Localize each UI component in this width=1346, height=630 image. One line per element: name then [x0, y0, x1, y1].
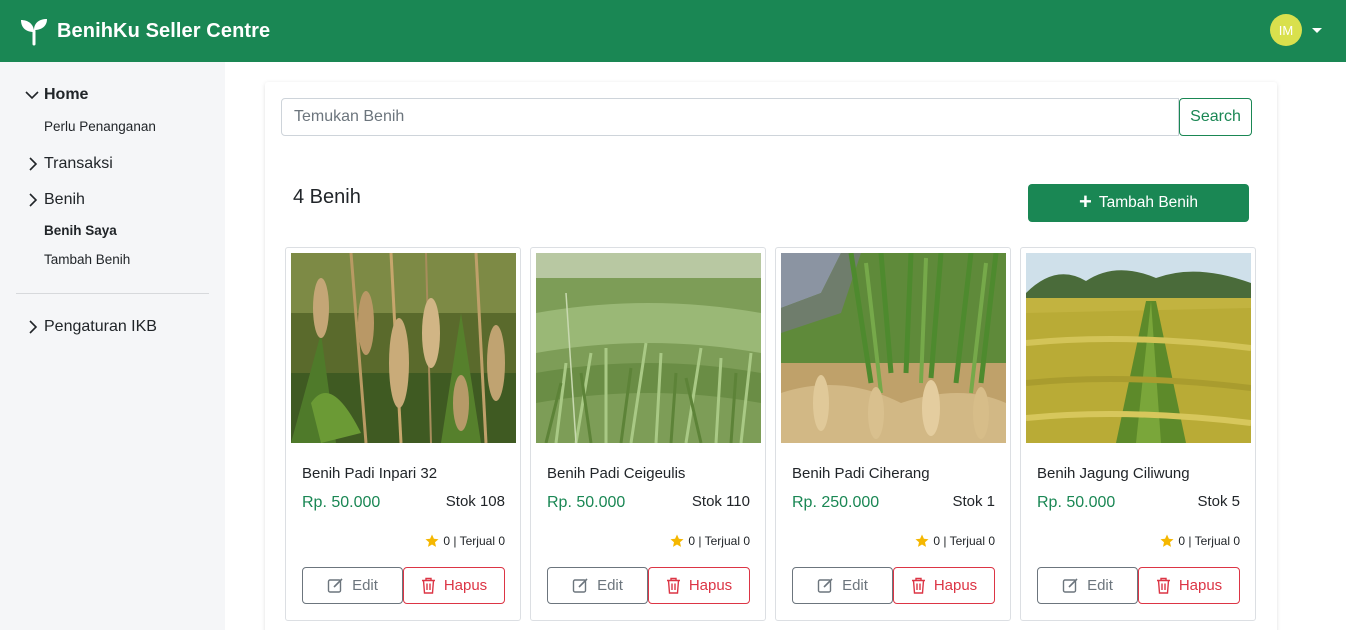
chevron-right-icon — [29, 320, 38, 334]
chevron-down-icon — [25, 91, 39, 100]
rating-sold-text: 0 | Terjual 0 — [1178, 534, 1240, 548]
product-name: Benih Padi Ceigeulis — [547, 465, 686, 482]
top-navbar: BenihKu Seller Centre IM — [0, 0, 1346, 62]
avatar[interactable]: IM — [1270, 14, 1302, 46]
add-benih-button[interactable]: + Tambah Benih — [1028, 184, 1249, 222]
product-stock: Stok 110 — [691, 493, 750, 510]
edit-icon — [327, 578, 343, 593]
star-icon — [915, 534, 929, 547]
product-rating: 0 | Terjual 0 — [1160, 534, 1240, 548]
add-benih-label: Tambah Benih — [1098, 194, 1198, 211]
rating-sold-text: 0 | Terjual 0 — [933, 534, 995, 548]
edit-button[interactable]: Edit — [1037, 567, 1138, 604]
edit-button[interactable]: Edit — [547, 567, 648, 604]
sidebar-divider — [16, 293, 209, 294]
product-image[interactable] — [536, 253, 761, 443]
product-image[interactable] — [781, 253, 1006, 443]
delete-label: Hapus — [688, 577, 733, 594]
delete-button[interactable]: Hapus — [403, 567, 505, 604]
sidebar-item-label: Pengaturan IKB — [44, 318, 157, 335]
delete-label: Hapus — [1178, 577, 1223, 594]
delete-button[interactable]: Hapus — [648, 567, 750, 604]
star-icon — [670, 534, 684, 547]
sidebar-item-benih[interactable]: Benih — [24, 191, 85, 209]
trash-icon — [666, 577, 680, 594]
sidebar-subitem-tambah-benih[interactable]: Tambah Benih — [44, 252, 130, 267]
edit-label: Edit — [597, 577, 623, 594]
delete-label: Hapus — [443, 577, 488, 594]
sidebar-item-label: Home — [44, 86, 89, 103]
chevron-right-icon — [29, 193, 38, 207]
product-price: Rp. 50.000 — [547, 494, 626, 511]
delete-label: Hapus — [933, 577, 978, 594]
product-card[interactable]: Benih Jagung Ciliwung Rp. 50.000 Stok 5 … — [1020, 247, 1256, 621]
edit-icon — [572, 578, 588, 593]
edit-button[interactable]: Edit — [792, 567, 893, 604]
sidebar-item-home[interactable]: Home — [24, 86, 88, 104]
main-content: Search 4 Benih + Tambah Benih — [225, 62, 1346, 630]
edit-label: Edit — [352, 577, 378, 594]
edit-icon — [817, 578, 833, 593]
user-menu[interactable]: IM — [1270, 14, 1322, 46]
product-stock: Stok 108 — [445, 493, 505, 510]
product-name: Benih Padi Inpari 32 — [302, 465, 438, 482]
edit-label: Edit — [842, 577, 868, 594]
product-image[interactable] — [291, 253, 516, 443]
rating-sold-text: 0 | Terjual 0 — [688, 534, 750, 548]
trash-icon — [911, 577, 925, 594]
sidebar-item-pengaturan-ikb[interactable]: Pengaturan IKB — [24, 318, 157, 336]
sidebar-subitem-benih-saya[interactable]: Benih Saya — [44, 223, 117, 238]
search-input[interactable] — [281, 98, 1179, 136]
sidebar-item-label: Benih — [44, 191, 85, 208]
rating-sold-text: 0 | Terjual 0 — [443, 534, 505, 548]
product-rating: 0 | Terjual 0 — [425, 534, 505, 548]
brand-name: BenihKu Seller Centre — [57, 19, 271, 42]
sidebar: Home Perlu Penanganan Transaksi Benih Be… — [0, 62, 225, 630]
sprout-logo-icon — [21, 19, 47, 46]
product-stock: Stok 5 — [1197, 493, 1240, 510]
brand[interactable]: BenihKu Seller Centre — [19, 16, 270, 46]
trash-icon — [421, 577, 435, 594]
star-icon — [425, 534, 439, 547]
product-name: Benih Padi Ciherang — [792, 465, 930, 482]
product-price: Rp. 50.000 — [1037, 494, 1116, 511]
edit-icon — [1062, 578, 1078, 593]
search-bar: Search — [281, 98, 1252, 136]
product-card[interactable]: Benih Padi Ciherang Rp. 250.000 Stok 1 0… — [775, 247, 1011, 621]
product-name: Benih Jagung Ciliwung — [1037, 465, 1190, 482]
sidebar-subitem-perlu-penanganan[interactable]: Perlu Penanganan — [44, 119, 156, 134]
delete-button[interactable]: Hapus — [1138, 567, 1240, 604]
chevron-right-icon — [29, 157, 38, 171]
product-card[interactable]: Benih Padi Inpari 32 Rp. 50.000 Stok 108… — [285, 247, 521, 621]
edit-label: Edit — [1087, 577, 1113, 594]
sidebar-item-transaksi[interactable]: Transaksi — [24, 155, 113, 173]
product-price: Rp. 50.000 — [302, 494, 381, 511]
product-count: 4 Benih — [293, 186, 361, 208]
edit-button[interactable]: Edit — [302, 567, 403, 604]
trash-icon — [1156, 577, 1170, 594]
search-button[interactable]: Search — [1179, 98, 1252, 136]
product-card[interactable]: Benih Padi Ceigeulis Rp. 50.000 Stok 110… — [530, 247, 766, 621]
product-panel: Search 4 Benih + Tambah Benih — [265, 82, 1277, 630]
product-stock: Stok 1 — [952, 493, 995, 510]
product-image[interactable] — [1026, 253, 1251, 443]
sidebar-item-label: Transaksi — [44, 155, 113, 172]
delete-button[interactable]: Hapus — [893, 567, 995, 604]
product-rating: 0 | Terjual 0 — [670, 534, 750, 548]
product-price: Rp. 250.000 — [792, 494, 880, 511]
star-icon — [1160, 534, 1174, 547]
chevron-down-icon[interactable] — [1312, 27, 1322, 33]
product-rating: 0 | Terjual 0 — [915, 534, 995, 548]
plus-icon: + — [1079, 189, 1092, 214]
